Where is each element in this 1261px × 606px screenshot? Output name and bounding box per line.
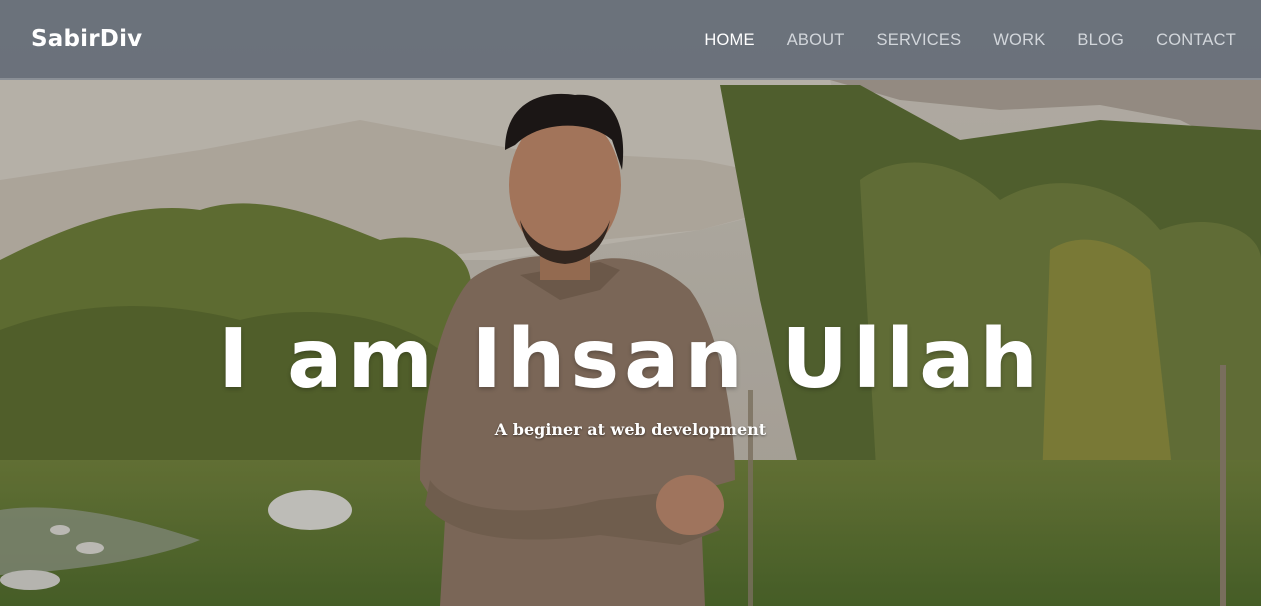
navbar: SabirDiv HOME ABOUT SERVICES WORK BLOG C…: [0, 0, 1261, 80]
hero-background-image: [0, 0, 1261, 606]
brand-logo[interactable]: SabirDiv: [31, 26, 142, 52]
nav-home-link[interactable]: HOME: [704, 31, 754, 50]
nav-services-link[interactable]: SERVICES: [877, 31, 962, 50]
hero-subtitle: A beginer at web development: [494, 420, 767, 439]
hero-title: I am Ihsan Ullah: [218, 312, 1043, 407]
nav-work-link[interactable]: WORK: [993, 31, 1045, 50]
main-nav: HOME ABOUT SERVICES WORK BLOG CONTACT: [672, 31, 1236, 50]
nav-blog-link[interactable]: BLOG: [1077, 31, 1124, 50]
hero-section: I am Ihsan Ullah A beginer at web develo…: [0, 0, 1261, 606]
nav-about-link[interactable]: ABOUT: [787, 31, 845, 50]
nav-contact-link[interactable]: CONTACT: [1156, 31, 1236, 50]
